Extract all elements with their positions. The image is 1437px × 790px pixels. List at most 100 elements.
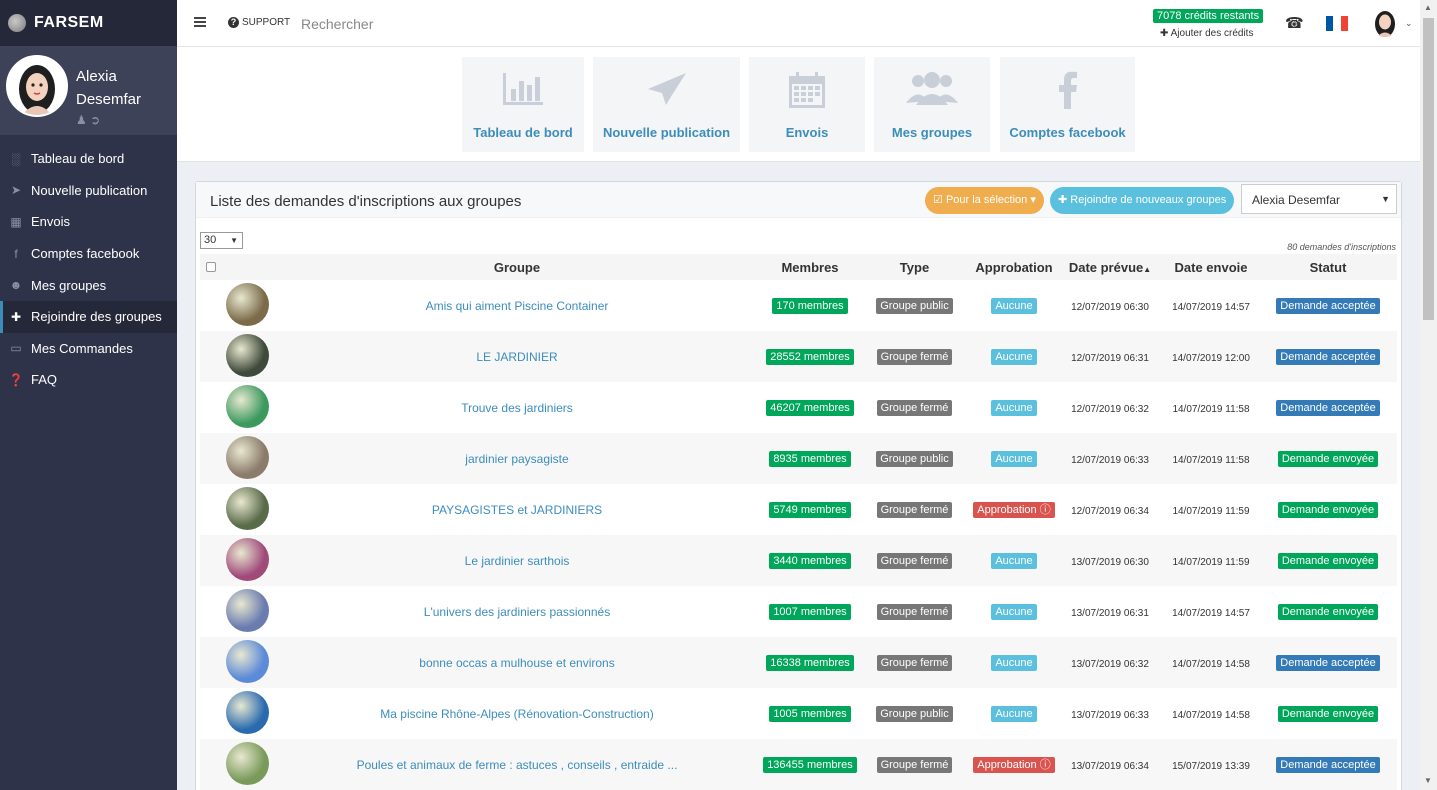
chevron-down-icon[interactable]: ⌄ [1405,18,1413,29]
group-link[interactable]: Trouve des jardiniers [461,401,573,415]
group-thumbnail[interactable] [225,486,269,530]
column-header-date-prevue[interactable]: Date prévue▲ [1057,254,1163,280]
avatar[interactable] [6,55,68,117]
tile-label: Nouvelle publication [602,125,731,140]
search-input[interactable]: Rechercher [301,16,373,32]
group-thumbnail[interactable] [225,384,269,428]
group-link[interactable]: Amis qui aiment Piscine Container [426,299,609,313]
group-link[interactable]: L'univers des jardiniers passionnés [424,605,610,619]
french-flag-icon[interactable] [1326,16,1348,31]
column-header-type[interactable]: Type [858,254,971,280]
info-icon[interactable]: ⓘ [1040,759,1051,771]
approval-cell: Aucune [971,535,1057,586]
group-thumbnail[interactable] [225,741,269,785]
select-all-checkbox[interactable] [206,261,216,272]
type-badge: Groupe fermé [876,552,953,569]
approval-label: Aucune [995,707,1033,720]
group-thumbnail[interactable] [225,333,269,377]
tile-envois[interactable]: Envois [749,57,865,152]
column-header-statut[interactable]: Statut [1259,254,1397,280]
status-badge: Demande acceptée [1276,756,1380,773]
column-header-membres[interactable]: Membres [762,254,858,280]
scroll-up-icon[interactable]: ▲ [1424,3,1432,12]
sent-date: 14/07/2019 14:57 [1172,607,1250,619]
group-thumbnail[interactable] [225,282,269,326]
row-check-cell [200,586,222,637]
support-label: SUPPORT [242,17,291,28]
group-link[interactable]: Le jardinier sarthois [465,554,570,568]
sidebar-item-comptes-facebook[interactable]: f Comptes facebook [0,238,177,270]
column-header-date-envoie[interactable]: Date envoie [1163,254,1259,280]
sidebar-item-mes-commandes[interactable]: ▭ Mes Commandes [0,333,177,365]
add-credits-link[interactable]: ✚ Ajouter des crédits [1160,28,1253,39]
user-first-name: Alexia [76,68,117,85]
planned-date-cell: 13/07/2019 06:31 [1057,586,1163,637]
approval-cell: Aucune [971,280,1057,331]
group-thumbnail[interactable] [225,435,269,479]
scrollbar[interactable]: ▲ ▼ [1420,0,1437,790]
group-link[interactable]: Poules et animaux de ferme : astuces , c… [357,758,678,772]
group-link[interactable]: PAYSAGISTES et JARDINIERS [432,503,602,517]
account-select[interactable]: Alexia Desemfar ▼ [1241,184,1397,214]
approval-label: Approbation [977,503,1037,516]
selection-actions-button[interactable]: ☑ Pour la sélection ▾ [925,187,1044,214]
status-cell: Demande envoyée [1259,688,1397,739]
sidebar-item-mes-groupes[interactable]: ☻ Mes groupes [0,269,177,301]
brand[interactable]: FARSEM [0,0,177,46]
row-check-cell [200,688,222,739]
group-link[interactable]: Ma piscine Rhône-Alpes (Rénovation-Const… [380,707,653,721]
page-size-select[interactable]: 30 ▼ [200,232,243,249]
logout-icon[interactable]: ➲ [90,113,100,127]
column-header-approbation[interactable]: Approbation [971,254,1057,280]
planned-date: 13/07/2019 06:30 [1071,556,1149,568]
join-new-groups-button[interactable]: ✚ Rejoindre de nouveaux groupes [1050,187,1235,214]
sent-date: 15/07/2019 13:39 [1172,760,1250,772]
tile-comptes-facebook[interactable]: Comptes facebook [1000,57,1135,152]
column-header-groupe[interactable]: Groupe [272,254,762,280]
group-thumbnail[interactable] [225,690,269,734]
sidebar-item-nouvelle-publication[interactable]: ➤ Nouvelle publication [0,175,177,207]
user-avatar[interactable] [1370,7,1400,37]
sidebar-item-tableau-de-bord[interactable]: ░ Tableau de bord [0,143,177,175]
group-thumbnail[interactable] [225,639,269,683]
type-badge: Groupe fermé [876,501,953,518]
sidebar-item-faq[interactable]: ❓ FAQ [0,364,177,396]
scrollbar-thumb[interactable] [1423,18,1434,320]
table-row: Amis qui aiment Piscine Container 170 mem… [200,280,1397,331]
members-cell: 5749 membres [762,484,858,535]
planned-date-cell: 13/07/2019 06:30 [1057,535,1163,586]
info-icon[interactable]: ⓘ [1040,504,1051,516]
approval-cell: Aucune [971,637,1057,688]
approval-badge: Aucune [991,297,1037,314]
selection-button-label: Pour la sélection [945,194,1028,206]
sidebar-item-envois[interactable]: ▦ Envois [0,206,177,238]
tile-mes-groupes[interactable]: Mes groupes [874,57,990,152]
planned-date: 13/07/2019 06:32 [1071,658,1149,670]
menu-toggle-icon[interactable] [194,17,206,27]
members-badge: 8935 membres [769,450,851,467]
type-cell: Groupe fermé [858,382,971,433]
status-cell: Demande envoyée [1259,484,1397,535]
tile-nouvelle-publication[interactable]: Nouvelle publication [593,57,740,152]
panel-header: Liste des demandes d'inscriptions aux gr… [196,182,1401,218]
planned-date-cell: 12/07/2019 06:31 [1057,331,1163,382]
tile-tableau-de-bord[interactable]: Tableau de bord [462,57,584,152]
group-cell: Amis qui aiment Piscine Container [272,280,762,331]
page-size-value: 30 [204,234,217,246]
support-link[interactable]: ? SUPPORT [228,17,290,28]
brand-logo-icon [8,14,26,32]
group-thumbnail[interactable] [225,537,269,581]
scroll-down-icon[interactable]: ▼ [1424,776,1432,785]
panel-title: Liste des demandes d'inscriptions aux gr… [210,193,522,210]
sidebar-item-rejoindre-des-groupes[interactable]: ✚ Rejoindre des groupes [0,300,177,333]
group-link[interactable]: bonne occas a mulhouse et environs [419,656,614,670]
group-link[interactable]: jardinier paysagiste [465,452,568,466]
plus-icon: ✚ [1160,28,1169,39]
group-thumbnail[interactable] [225,588,269,632]
profile-icon[interactable]: ♟ [76,113,87,127]
group-link[interactable]: LE JARDINIER [476,350,557,364]
phone-icon[interactable]: ☎ [1285,14,1304,32]
approval-badge: Approbation ⓘ [973,501,1055,518]
thumb-cell [222,433,272,484]
sidebar-item-label: Mes groupes [31,277,107,293]
